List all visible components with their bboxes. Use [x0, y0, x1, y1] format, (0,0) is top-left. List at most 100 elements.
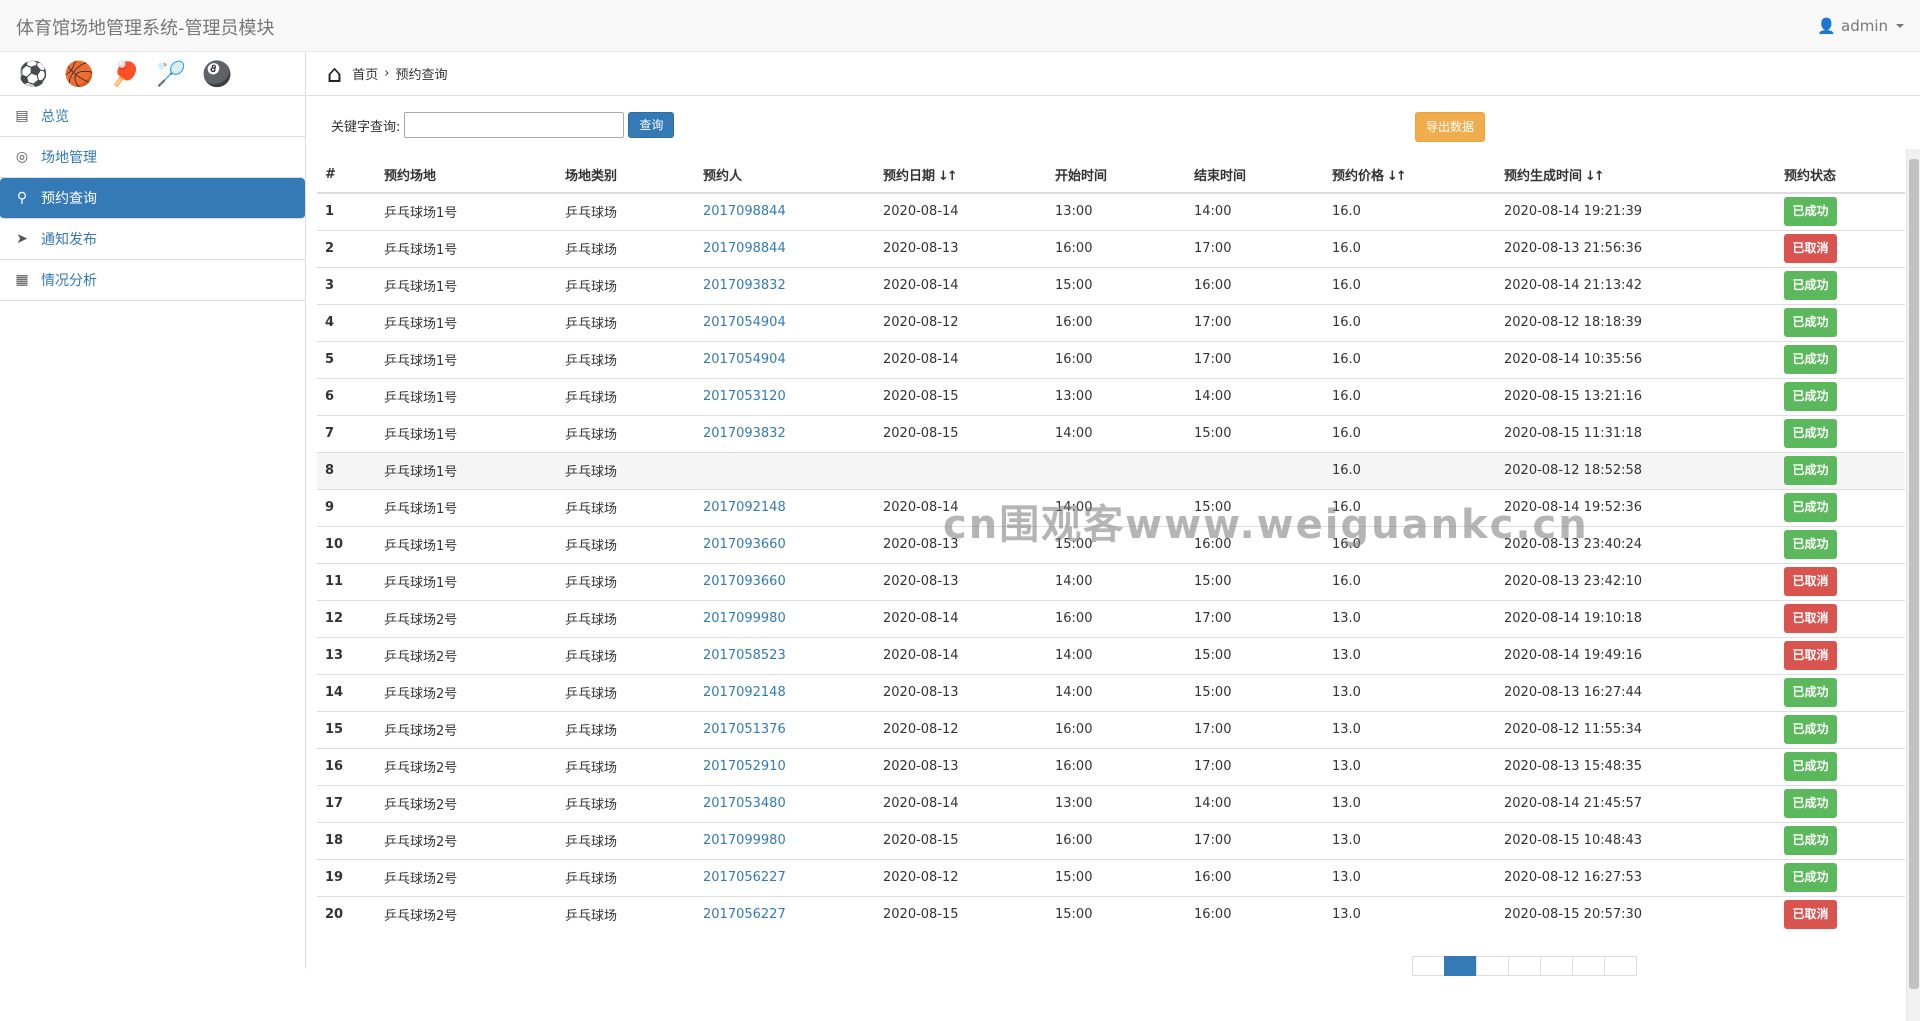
table-cell: 2020-08-14	[875, 340, 1047, 378]
export-button[interactable]: 导出数据	[1415, 112, 1485, 142]
status-badge[interactable]: 已成功	[1784, 678, 1837, 707]
table-cell: 14:00	[1047, 488, 1186, 526]
user-link[interactable]: 2017058523	[703, 648, 786, 663]
basketball-icon[interactable]: 🏀	[64, 60, 94, 88]
table-cell: 15:00	[1186, 562, 1324, 600]
status-badge[interactable]: 已成功	[1784, 493, 1837, 522]
status-badge[interactable]: 已成功	[1784, 345, 1837, 374]
status-badge[interactable]: 已成功	[1784, 382, 1837, 411]
user-link[interactable]: 2017093832	[703, 426, 786, 441]
scrollbar-thumb[interactable]	[1909, 159, 1919, 989]
status-badge[interactable]: 已取消	[1784, 641, 1837, 670]
sort-icon[interactable]: ↓↑	[1387, 169, 1407, 184]
status-badge[interactable]: 已取消	[1784, 604, 1837, 633]
user-link[interactable]: 2017056227	[703, 907, 786, 922]
status-badge[interactable]: 已成功	[1784, 826, 1837, 855]
status-badge[interactable]: 已成功	[1784, 419, 1837, 448]
table-cell: 2020-08-14	[875, 599, 1047, 637]
user-link[interactable]: 2017093832	[703, 278, 786, 293]
status-badge[interactable]: 已成功	[1784, 456, 1837, 485]
user-link[interactable]: 2017056227	[703, 870, 786, 885]
status-badge[interactable]: 已成功	[1784, 752, 1837, 781]
ping-pong-icon[interactable]: 🏓	[110, 60, 140, 88]
page-4[interactable]	[1540, 956, 1573, 976]
sort-icon[interactable]: ↓↑	[1585, 169, 1605, 184]
user-link[interactable]: 2017093660	[703, 574, 786, 589]
table-cell: 2020-08-13	[875, 525, 1047, 563]
table-cell: 2020-08-13	[875, 562, 1047, 600]
page-3[interactable]	[1508, 956, 1541, 976]
status-badge[interactable]: 已成功	[1784, 197, 1837, 227]
user-link[interactable]: 2017051376	[703, 722, 786, 737]
app-title[interactable]: 体育馆场地管理系统-管理员模块	[16, 14, 275, 40]
table-cell: 16:00	[1047, 599, 1186, 637]
search-input[interactable]	[404, 112, 625, 138]
table-cell: 2020-08-14	[875, 784, 1047, 822]
table-cell: 14	[317, 673, 376, 711]
page-1[interactable]	[1444, 956, 1477, 976]
table-row: 8 乒乓球场1号 乒乓球场 16.0 2020-08-12 18:52:58 已成功	[317, 451, 1905, 489]
user-link[interactable]: 2017054904	[703, 352, 786, 367]
sidebar-item-3[interactable]: ➤ 通知发布	[0, 219, 305, 260]
status-badge[interactable]: 已成功	[1784, 530, 1837, 559]
user-link[interactable]: 2017098844	[703, 241, 786, 256]
user-link[interactable]: 2017052910	[703, 759, 786, 774]
table-cell: 已成功	[1776, 266, 1905, 304]
billiards-icon[interactable]: 🎱	[202, 60, 232, 88]
search-button[interactable]: 查询	[628, 112, 675, 138]
badminton-icon[interactable]: 🏸	[156, 60, 186, 88]
table-cell: 乒乓球场	[557, 747, 695, 785]
user-link[interactable]: 2017098844	[703, 204, 786, 219]
user-link[interactable]: 2017054904	[703, 315, 786, 330]
column-header: 预约场地	[376, 156, 557, 194]
scrollbar[interactable]	[1906, 149, 1920, 1021]
user-link[interactable]: 2017099980	[703, 833, 786, 848]
home-icon[interactable]: ⌂	[327, 62, 342, 86]
table-cell: 2017052910	[695, 747, 875, 785]
table-cell: 已取消	[1776, 599, 1905, 637]
column-header[interactable]: 预约价格 ↓↑	[1324, 156, 1496, 194]
status-badge[interactable]: 已取消	[1784, 900, 1837, 930]
column-header[interactable]: 预约生成时间 ↓↑	[1496, 156, 1776, 194]
table-cell: 2020-08-14 19:49:16	[1496, 636, 1776, 674]
sidebar-item-2[interactable]: ⚲ 预约查询	[0, 178, 305, 219]
page-next[interactable]	[1604, 956, 1637, 976]
table-cell: 3	[317, 266, 376, 304]
table-cell: 乒乓球场1号	[376, 377, 557, 415]
table-cell: 乒乓球场1号	[376, 192, 557, 230]
page-prev[interactable]	[1412, 956, 1445, 976]
user-link[interactable]: 2017092148	[703, 500, 786, 515]
status-badge[interactable]: 已取消	[1784, 567, 1837, 596]
user-link[interactable]: 2017099980	[703, 611, 786, 626]
soccer-ball-icon[interactable]: ⚽	[18, 60, 48, 88]
status-badge[interactable]: 已成功	[1784, 715, 1837, 744]
sort-icon[interactable]: ↓↑	[938, 169, 958, 184]
user-link[interactable]: 2017093660	[703, 537, 786, 552]
table-cell: 2017093832	[695, 414, 875, 452]
pagination	[1412, 956, 1637, 976]
sidebar-item-0[interactable]: ▤ 总览	[0, 96, 305, 137]
status-badge[interactable]: 已成功	[1784, 863, 1837, 892]
table-cell: 2020-08-15 11:31:18	[1496, 414, 1776, 452]
status-badge[interactable]: 已成功	[1784, 308, 1837, 337]
table-cell: 乒乓球场	[557, 599, 695, 637]
status-badge[interactable]: 已取消	[1784, 234, 1837, 263]
column-header[interactable]: 预约日期 ↓↑	[875, 156, 1047, 194]
status-badge[interactable]: 已成功	[1784, 271, 1837, 300]
breadcrumb-home[interactable]: 首页	[352, 64, 378, 83]
user-link[interactable]: 2017092148	[703, 685, 786, 700]
table-cell: 17:00	[1186, 599, 1324, 637]
column-header-label: 预约价格	[1332, 168, 1385, 184]
table-cell	[875, 451, 1047, 489]
user-link[interactable]: 2017053120	[703, 389, 786, 404]
user-link[interactable]: 2017053480	[703, 796, 786, 811]
status-badge[interactable]: 已成功	[1784, 789, 1837, 818]
sidebar-item-4[interactable]: ▦ 情况分析	[0, 260, 305, 301]
table-cell: 已取消	[1776, 229, 1905, 267]
page-2[interactable]	[1476, 956, 1509, 976]
page-5[interactable]	[1572, 956, 1605, 976]
user-menu[interactable]: 👤 admin	[1817, 17, 1904, 35]
sidebar-item-1[interactable]: ◎ 场地管理	[0, 137, 305, 178]
table-cell	[1186, 451, 1324, 489]
table-cell: 13.0	[1324, 821, 1496, 859]
